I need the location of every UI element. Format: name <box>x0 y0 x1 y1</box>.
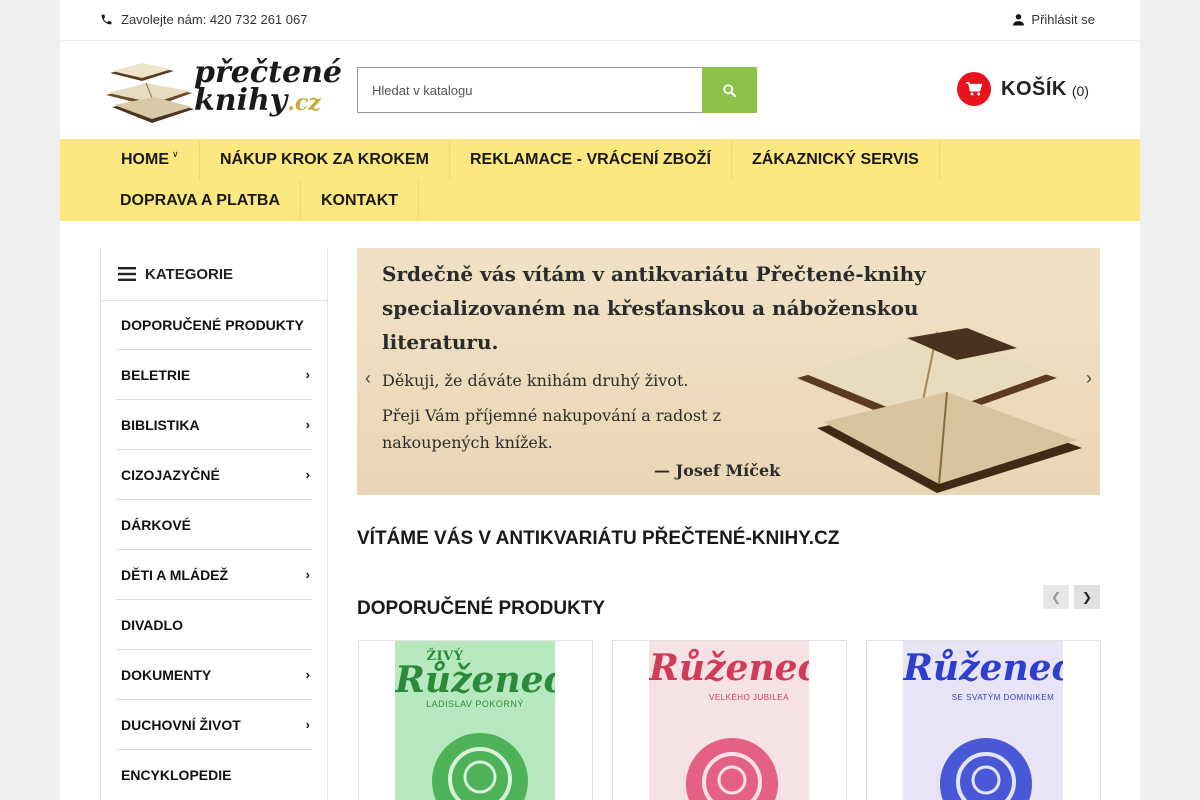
cart-count: (0) <box>1071 83 1089 99</box>
category-item[interactable]: DIVADLO <box>116 600 312 650</box>
logo-line2: knihy <box>194 83 288 118</box>
category-label: DIVADLO <box>121 617 183 633</box>
category-label: CIZOJAZYČNÉ <box>121 467 220 483</box>
phone-contact: Zavolejte nám: 420 732 261 067 <box>100 12 307 27</box>
products-heading: DOPORUČENÉ PRODUKTY <box>357 598 606 619</box>
chevron-left-icon: ❮ <box>1050 590 1062 604</box>
category-label: BIBLISTIKA <box>121 417 200 433</box>
category-label: ENCYKLOPEDIE <box>121 767 232 783</box>
search-button[interactable] <box>702 67 757 113</box>
slider-prev-button[interactable]: ‹ <box>357 358 379 398</box>
category-item[interactable]: ENCYKLOPEDIE <box>116 750 312 800</box>
cover-subtitle: VELKÉHO JUBILEA <box>709 693 789 702</box>
cart-icon <box>957 72 991 106</box>
chevron-right-icon: › <box>305 417 310 432</box>
book-cover-image: ŽIVÝ Růženec LADISLAV POKORNÝ <box>395 641 555 800</box>
cover-subtitle: SE SVATÝM DOMINIKEM <box>951 693 1055 702</box>
category-item[interactable]: BIBLISTIKA › <box>116 400 312 450</box>
product-card[interactable]: Růženec SE SVATÝM DOMINIKEM <box>866 640 1101 800</box>
chevron-right-icon: › <box>1086 367 1092 388</box>
chevron-right-icon: › <box>305 667 310 682</box>
phone-icon <box>100 13 113 26</box>
nav-shipping-payment[interactable]: DOPRAVA A PLATBA <box>120 180 301 221</box>
nav-shipping-payment-label: DOPRAVA A PLATBA <box>120 192 280 209</box>
welcome-banner[interactable]: Srdečně vás vítám v antikvariátu Přečten… <box>357 248 1100 495</box>
banner-line: Děkuji, že dáváte knihám druhý život. <box>382 371 689 390</box>
nav-customer-service[interactable]: ZÁKAZNICKÝ SERVIS <box>752 139 940 180</box>
chevron-right-icon: › <box>305 367 310 382</box>
search-icon <box>722 83 737 98</box>
category-label: DOKUMENTY <box>121 667 212 683</box>
category-label: DĚTI A MLÁDEŽ <box>121 567 229 583</box>
page: Zavolejte nám: 420 732 261 067 Přihlásit… <box>60 0 1140 800</box>
product-card[interactable]: Růženec VELKÉHO JUBILEA <box>612 640 847 800</box>
banner-line: nakoupených knížek. <box>382 433 553 452</box>
category-label: BELETRIE <box>121 367 191 383</box>
chevron-right-icon: ❯ <box>1081 590 1093 604</box>
chevron-right-icon: › <box>305 717 310 732</box>
category-item[interactable]: DOPORUČENÉ PRODUKTY <box>116 300 312 350</box>
book-cover-image: Růženec VELKÉHO JUBILEA <box>649 641 809 800</box>
nav-purchase-steps-label: NÁKUP KROK ZA KROKEM <box>220 151 429 168</box>
chevron-down-icon: ∨ <box>172 149 179 159</box>
logo-books-image <box>106 63 194 123</box>
category-label: DUCHOVNÍ ŽIVOT <box>121 717 241 733</box>
cover-title: Růženec <box>649 647 809 689</box>
cart-button[interactable]: KOŠÍK (0) <box>957 72 1089 106</box>
top-bar: Zavolejte nám: 420 732 261 067 Přihlásit… <box>60 0 1140 41</box>
logo[interactable]: přečtené knihy.cz <box>102 55 342 127</box>
banner-line: literaturu. <box>382 330 499 354</box>
category-item[interactable]: DUCHOVNÍ ŽIVOT › <box>116 700 312 750</box>
book-cover-image: Růženec SE SVATÝM DOMINIKEM <box>903 641 1063 800</box>
menu-icon <box>118 267 136 281</box>
cover-title: Růženec <box>395 659 555 701</box>
cover-title: Růženec <box>903 647 1063 689</box>
login-link[interactable]: Přihlásit se <box>1012 12 1095 27</box>
category-item[interactable]: DÁRKOVÉ <box>116 500 312 550</box>
logo-domain: .cz <box>287 90 321 116</box>
nav-returns[interactable]: REKLAMACE - VRÁCENÍ ZBOŽÍ <box>470 139 732 180</box>
category-label: DÁRKOVÉ <box>121 517 192 533</box>
nav-home-label: HOME <box>121 151 169 168</box>
chevron-right-icon: › <box>305 467 310 482</box>
search-bar <box>357 67 757 113</box>
chevron-left-icon: ‹ <box>365 367 371 388</box>
login-text: Přihlásit se <box>1031 12 1095 27</box>
product-card[interactable]: ŽIVÝ Růženec LADISLAV POKORNÝ <box>358 640 593 800</box>
user-icon <box>1012 13 1025 26</box>
banner-line: Přeji Vám příjemné nakupování a radost z <box>382 406 722 425</box>
rose-image <box>432 733 528 800</box>
banner-line: specializovaném na křesťanskou a nábožen… <box>382 296 919 320</box>
rose-image <box>686 738 778 800</box>
nav-customer-service-label: ZÁKAZNICKÝ SERVIS <box>752 151 919 168</box>
category-item[interactable]: BELETRIE › <box>116 350 312 400</box>
cart-label: KOŠÍK <box>1001 77 1067 100</box>
logo-text: přečtené knihy.cz <box>194 58 342 118</box>
category-item[interactable]: DOKUMENTY › <box>116 650 312 700</box>
banner-line: Srdečně vás vítám v antikvariátu Přečten… <box>382 262 926 286</box>
welcome-heading: VÍTÁME VÁS V ANTIKVARIÁTU PŘEČTENÉ-KNIHY… <box>357 528 840 549</box>
old-books-image <box>797 328 1082 493</box>
category-header[interactable]: KATEGORIE <box>101 248 327 301</box>
chevron-right-icon: › <box>305 567 310 582</box>
phone-text: Zavolejte nám: 420 732 261 067 <box>121 12 308 27</box>
banner-signature: — Josef Míček <box>654 461 781 480</box>
nav-home[interactable]: HOME ∨ <box>121 139 200 180</box>
search-input[interactable] <box>357 67 702 113</box>
rose-image <box>940 738 1032 800</box>
main-nav: HOME ∨ NÁKUP KROK ZA KROKEM REKLAMACE - V… <box>60 139 1140 221</box>
nav-purchase-steps[interactable]: NÁKUP KROK ZA KROKEM <box>220 139 450 180</box>
category-label: DOPORUČENÉ PRODUKTY <box>121 317 304 333</box>
category-sidebar: KATEGORIE DOPORUČENÉ PRODUKTY BELETRIE › … <box>100 248 328 800</box>
nav-contact-label: KONTAKT <box>321 192 399 209</box>
category-title: KATEGORIE <box>145 265 234 283</box>
nav-contact[interactable]: KONTAKT <box>321 180 420 221</box>
cover-subtitle: LADISLAV POKORNÝ <box>426 699 524 709</box>
nav-returns-label: REKLAMACE - VRÁCENÍ ZBOŽÍ <box>470 151 711 168</box>
category-item[interactable]: DĚTI A MLÁDEŽ › <box>116 550 312 600</box>
category-item[interactable]: CIZOJAZYČNÉ › <box>116 450 312 500</box>
slider-next-button[interactable]: › <box>1078 358 1100 398</box>
products-next-button[interactable]: ❯ <box>1074 585 1100 609</box>
products-prev-button[interactable]: ❮ <box>1043 585 1069 609</box>
